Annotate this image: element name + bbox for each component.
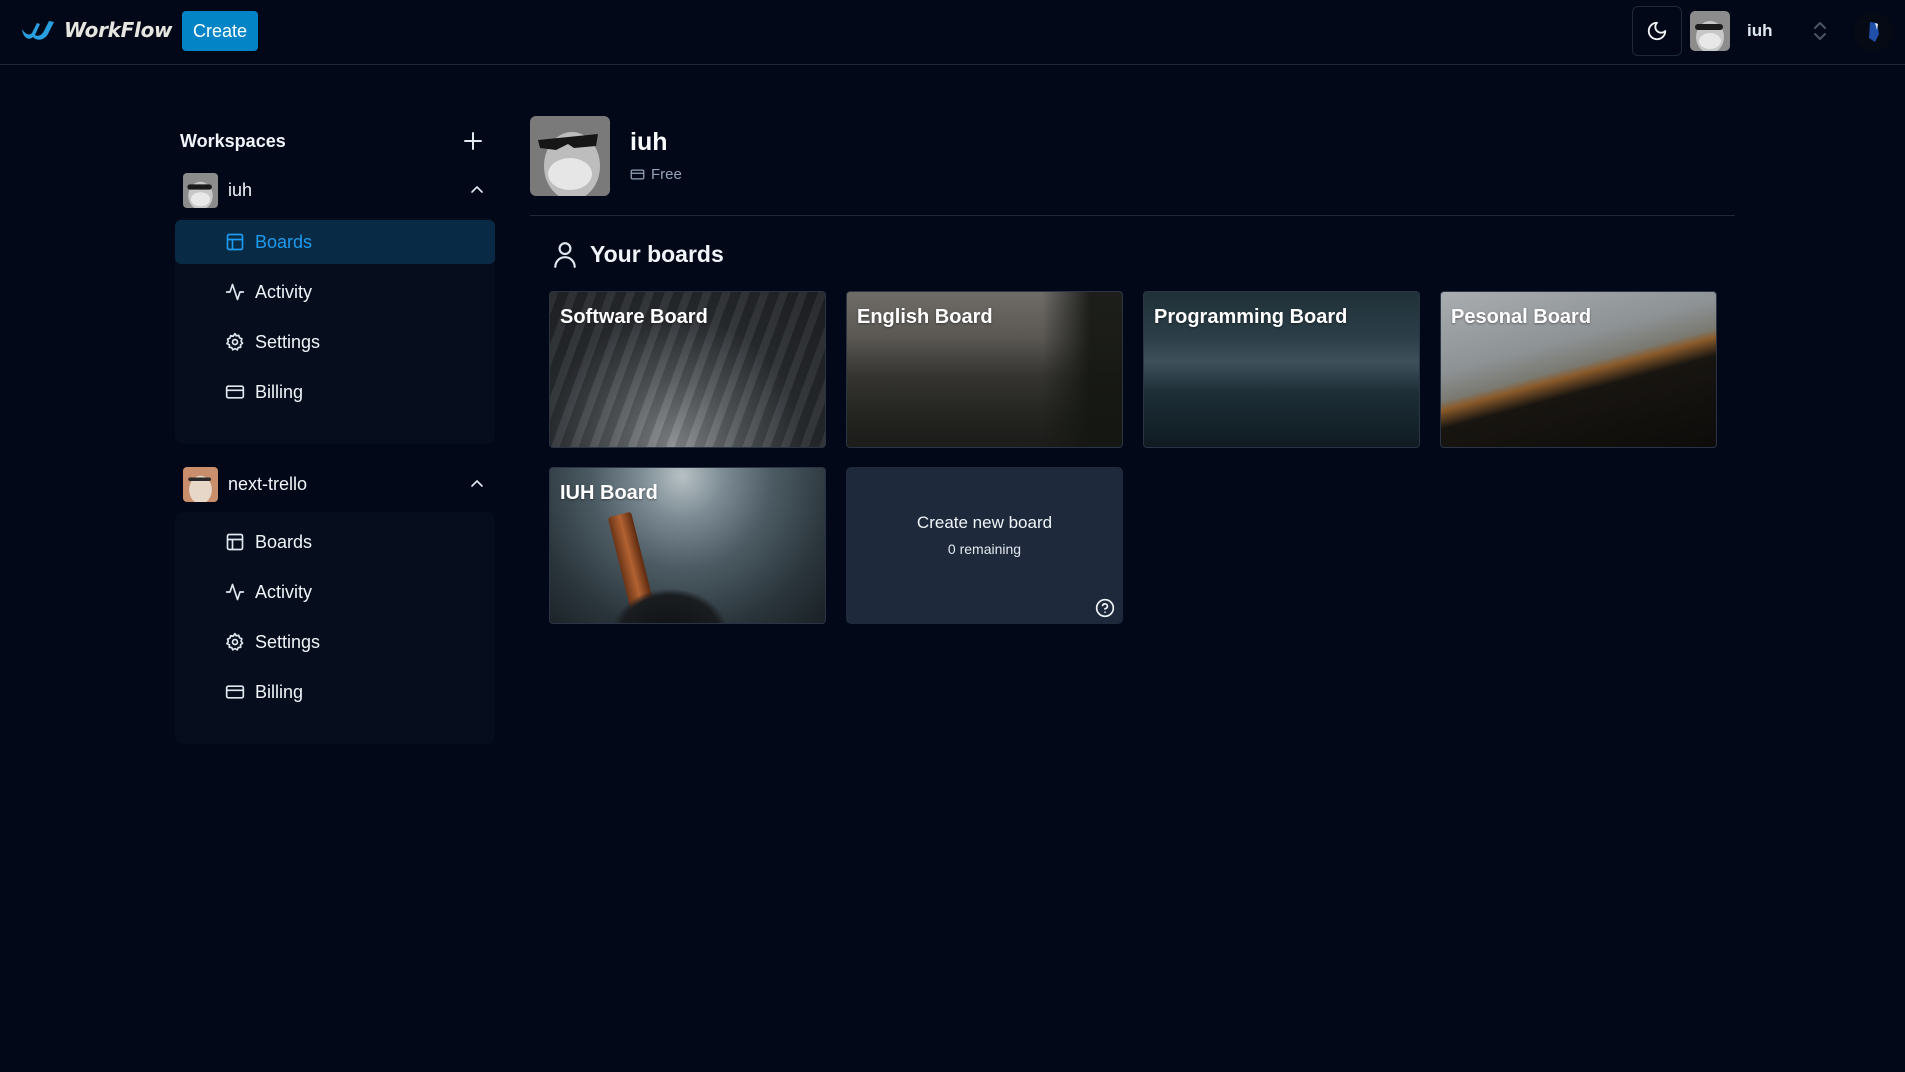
user-avatar-image	[1853, 12, 1893, 52]
chevron-up-icon	[471, 186, 483, 193]
sidebar-item-billing[interactable]: Billing	[175, 370, 495, 414]
workspace-toggle[interactable]: next-trello	[175, 456, 495, 512]
section-title: Your boards	[590, 240, 724, 267]
top-navbar: WorkFlow Create iuh	[0, 0, 1905, 65]
credit-card-icon	[630, 169, 645, 180]
organization-avatar	[530, 116, 610, 196]
sidebar-item-settings[interactable]: Settings	[175, 620, 495, 664]
board-list: Software Board English Board Programming…	[549, 291, 1739, 624]
create-button[interactable]: Create	[182, 11, 258, 51]
create-board-title: Create new board	[916, 512, 1053, 532]
credit-card-icon	[225, 682, 245, 702]
sidebar: Workspaces iuh Boards Activity Settings …	[175, 120, 495, 744]
boards-remaining: 0 remaining	[947, 540, 1022, 557]
sidebar-item-billing[interactable]: Billing	[175, 670, 495, 714]
credit-card-icon	[225, 382, 245, 402]
plan-label: Free	[651, 166, 682, 183]
moon-icon	[1647, 21, 1667, 41]
organization-plan: Free	[630, 166, 682, 183]
sidebar-item-label: Activity	[255, 581, 313, 602]
sidebar-item-boards[interactable]: Boards	[175, 220, 495, 264]
workspace-next-trello: next-trello Boards Activity Settings Bil…	[175, 456, 495, 744]
theme-toggle-button[interactable]	[1632, 6, 1682, 56]
sidebar-item-label: Activity	[255, 281, 313, 302]
user-icon	[554, 242, 576, 268]
org-name: iuh	[1747, 21, 1773, 40]
sidebar-item-label: Billing	[255, 681, 304, 702]
workspace-nav: Boards Activity Settings Billing	[175, 512, 495, 744]
layout-icon	[225, 532, 245, 552]
board-title: Pesonal Board	[1451, 306, 1592, 328]
logo[interactable]: WorkFlow	[20, 16, 173, 44]
chevron-up-icon	[471, 480, 483, 487]
workspaces-header: Workspaces	[175, 120, 495, 162]
sidebar-item-label: Boards	[255, 231, 313, 252]
sidebar-item-boards[interactable]: Boards	[175, 520, 495, 564]
user-avatar-button[interactable]	[1853, 12, 1893, 52]
gear-icon	[225, 632, 245, 652]
create-board-button[interactable]: Create new board 0 remaining	[846, 467, 1123, 624]
board-title: IUH Board	[560, 482, 658, 504]
activity-icon	[225, 282, 245, 302]
organization-name: iuh	[630, 128, 668, 156]
sidebar-item-settings[interactable]: Settings	[175, 320, 495, 364]
sidebar-item-label: Boards	[255, 531, 313, 552]
logo-text: WorkFlow	[64, 18, 173, 42]
board-title: Software Board	[560, 306, 708, 328]
activity-icon	[225, 582, 245, 602]
sidebar-item-label: Settings	[255, 631, 321, 652]
board-title: Programming Board	[1154, 306, 1348, 328]
board-card[interactable]: Programming Board	[1143, 291, 1420, 448]
organization-switcher[interactable]: iuh	[1690, 10, 1828, 52]
sidebar-item-activity[interactable]: Activity	[175, 270, 495, 314]
board-card[interactable]: Software Board	[549, 291, 826, 448]
workspaces-title: Workspaces	[180, 130, 286, 151]
workspace-avatar	[183, 466, 218, 502]
workspace-name: iuh	[228, 179, 253, 200]
workspace-avatar	[183, 172, 218, 208]
sidebar-item-activity[interactable]: Activity	[175, 570, 495, 614]
board-title: English Board	[857, 306, 993, 328]
gear-icon	[225, 332, 245, 352]
organization-header: iuh Free	[530, 116, 1735, 216]
plus-icon[interactable]	[461, 129, 485, 153]
your-boards-heading: Your boards	[552, 240, 724, 268]
board-card[interactable]: Pesonal Board	[1440, 291, 1717, 448]
workspace-toggle[interactable]: iuh	[175, 162, 495, 218]
workspace-name: next-trello	[228, 473, 308, 494]
chevrons-up-down-icon	[1814, 22, 1826, 40]
sidebar-item-label: Settings	[255, 331, 321, 352]
layout-icon	[225, 232, 245, 252]
workspace-iuh: iuh Boards Activity Settings Billing	[175, 162, 495, 444]
logo-icon	[22, 21, 54, 40]
main-content: iuh Free Your boards Software Board Engl…	[530, 116, 1735, 624]
sidebar-item-label: Billing	[255, 381, 304, 402]
help-circle-icon[interactable]	[1095, 598, 1115, 618]
board-card[interactable]: English Board	[846, 291, 1123, 448]
org-avatar	[1690, 11, 1730, 51]
workspace-nav: Boards Activity Settings Billing	[175, 218, 495, 444]
board-card[interactable]: IUH Board	[549, 467, 826, 624]
